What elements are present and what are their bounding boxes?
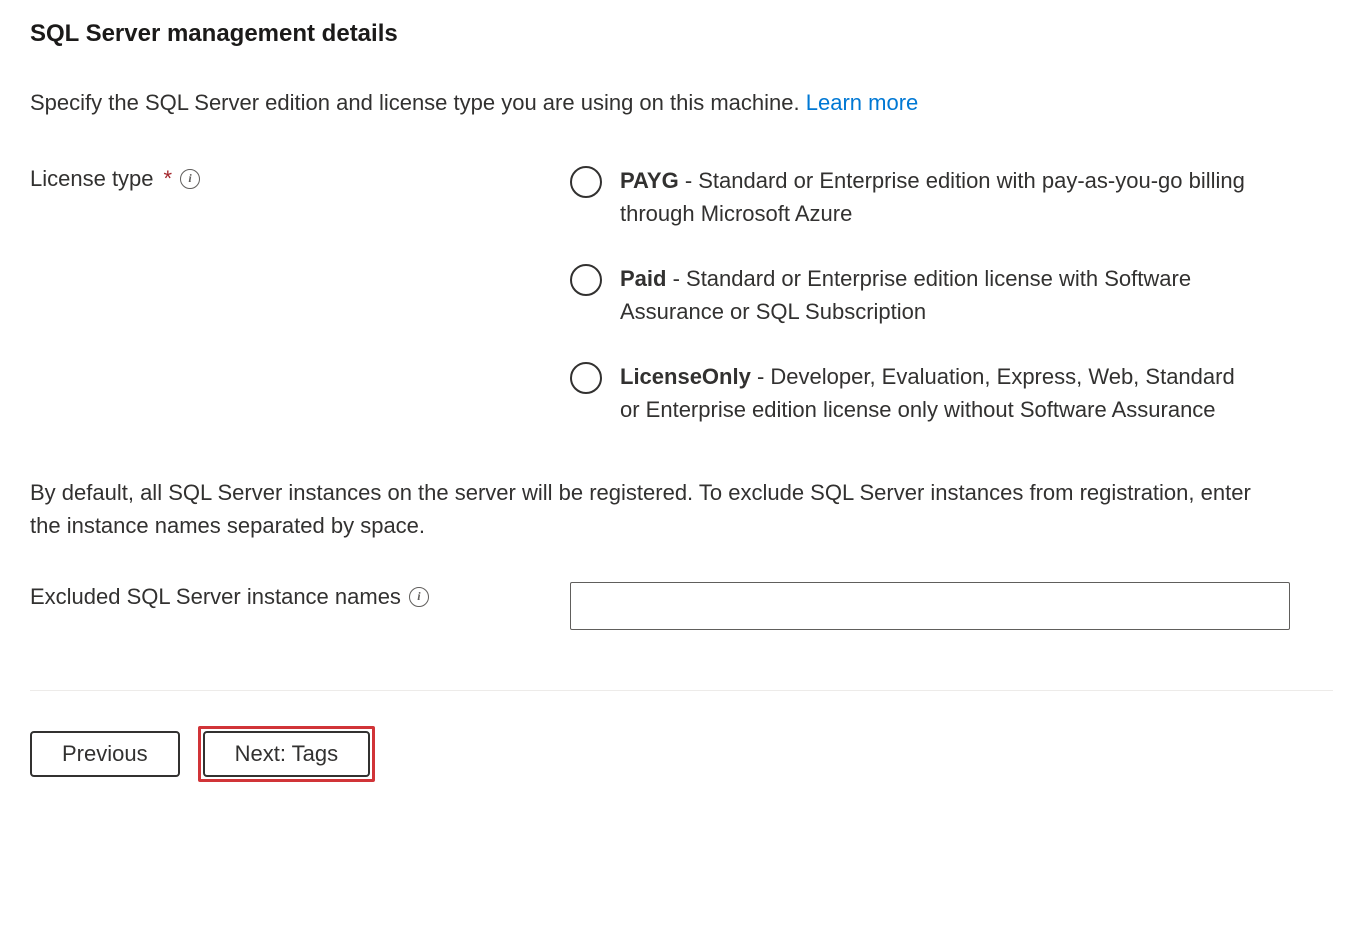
excluded-instances-input[interactable] [570, 582, 1290, 630]
radio-text: Paid - Standard or Enterprise edition li… [620, 262, 1260, 328]
excluded-instances-label: Excluded SQL Server instance names i [30, 582, 570, 610]
radio-name: LicenseOnly [620, 364, 751, 389]
section-title: SQL Server management details [30, 20, 1333, 48]
excluded-label-text: Excluded SQL Server instance names [30, 584, 401, 610]
license-type-radio-group: PAYG - Standard or Enterprise edition wi… [570, 164, 1333, 426]
next-button-highlight: Next: Tags [198, 726, 376, 782]
section-description: Specify the SQL Server edition and licen… [30, 88, 1333, 119]
radio-option-paid[interactable]: Paid - Standard or Enterprise edition li… [570, 262, 1333, 328]
info-icon[interactable]: i [180, 169, 200, 189]
license-type-label: License type * i [30, 164, 570, 192]
radio-text: LicenseOnly - Developer, Evaluation, Exp… [620, 360, 1260, 426]
radio-name: Paid [620, 266, 666, 291]
radio-name: PAYG [620, 168, 679, 193]
excluded-paragraph: By default, all SQL Server instances on … [30, 476, 1270, 542]
description-text: Specify the SQL Server edition and licen… [30, 90, 806, 115]
next-button[interactable]: Next: Tags [203, 731, 371, 777]
excluded-instances-row: Excluded SQL Server instance names i [30, 582, 1333, 630]
radio-desc: - Standard or Enterprise edition license… [620, 266, 1191, 324]
previous-button[interactable]: Previous [30, 731, 180, 777]
radio-option-payg[interactable]: PAYG - Standard or Enterprise edition wi… [570, 164, 1333, 230]
radio-desc: - Standard or Enterprise edition with pa… [620, 168, 1245, 226]
learn-more-link[interactable]: Learn more [806, 90, 919, 115]
required-indicator: * [164, 166, 173, 192]
info-icon[interactable]: i [409, 587, 429, 607]
radio-option-licenseonly[interactable]: LicenseOnly - Developer, Evaluation, Exp… [570, 360, 1333, 426]
radio-circle [570, 264, 602, 296]
footer-divider [30, 690, 1333, 691]
radio-circle [570, 166, 602, 198]
license-type-row: License type * i PAYG - Standard or Ente… [30, 164, 1333, 426]
radio-text: PAYG - Standard or Enterprise edition wi… [620, 164, 1260, 230]
radio-circle [570, 362, 602, 394]
button-row: Previous Next: Tags [30, 726, 1333, 782]
license-type-label-text: License type [30, 166, 154, 192]
